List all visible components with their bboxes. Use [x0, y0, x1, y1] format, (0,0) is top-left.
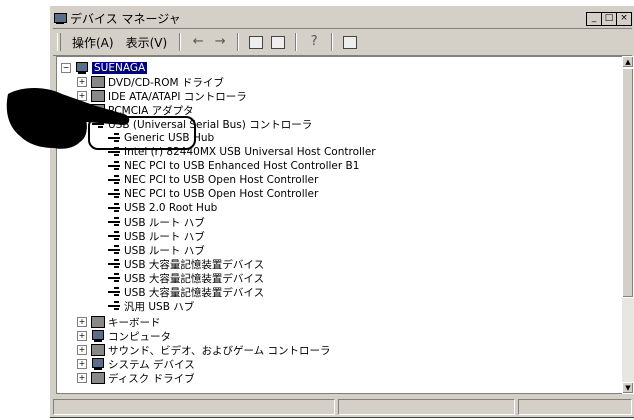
usb-device-item[interactable]: USB 大容量記憶装置デバイス [107, 285, 264, 299]
device-tree[interactable]: − SUENAGA + DVD/CD-ROM ドライブ + IDE ATA/AT… [56, 56, 624, 394]
category-label: コンピュータ [108, 330, 171, 343]
device-label: USB 大容量記憶装置デバイス [124, 286, 265, 299]
disk-drive-icon [91, 372, 105, 384]
device-label: USB 大容量記憶装置デバイス [124, 272, 265, 285]
usb-icon [107, 244, 121, 256]
tree-category[interactable]: + サウンド、ビデオ、およびゲーム コントローラ [77, 343, 330, 357]
close-button[interactable]: × [616, 11, 632, 26]
device-label: USB 2.0 Root Hub [124, 202, 218, 214]
category-label: サウンド、ビデオ、およびゲーム コントローラ [108, 344, 331, 357]
usb-device-item[interactable]: 汎用 USB ハブ [107, 299, 194, 313]
usb-device-item[interactable]: USB ルート ハブ [107, 215, 205, 229]
usb-icon [107, 300, 121, 312]
usb-device-item[interactable]: NEC PCI to USB Open Host Controller [107, 187, 318, 201]
usb-icon [107, 286, 121, 298]
category-label: キーボード [108, 316, 161, 329]
usb-icon [107, 272, 121, 284]
device-label: NEC PCI to USB Open Host Controller [124, 174, 319, 186]
expand-icon[interactable]: + [77, 359, 87, 369]
expand-icon[interactable]: + [77, 331, 87, 341]
system-device-icon [91, 358, 105, 370]
usb-icon [107, 216, 121, 228]
usb-icon [107, 174, 121, 186]
menu-action[interactable]: 操作(A) [66, 34, 120, 51]
device-label: USB ルート ハブ [124, 230, 205, 243]
usb-icon [107, 230, 121, 242]
toolbar-separator [237, 33, 240, 51]
usb-device-item[interactable]: USB 大容量記憶装置デバイス [107, 257, 264, 271]
menu-view[interactable]: 表示(V) [120, 34, 174, 51]
device-label: NEC PCI to USB Open Host Controller [124, 188, 319, 200]
computer-icon [91, 330, 105, 342]
usb-icon [107, 188, 121, 200]
tree-category[interactable]: + システム デバイス [77, 357, 195, 371]
tree-category[interactable]: + キーボード [77, 315, 161, 329]
status-pane [53, 399, 335, 415]
toolbar-separator [331, 33, 334, 51]
forward-arrow-icon[interactable]: → [213, 35, 227, 49]
status-pane [518, 399, 632, 415]
usb-icon [107, 202, 121, 214]
toolbar-grip[interactable] [57, 33, 61, 51]
usb-device-item[interactable]: USB 大容量記憶装置デバイス [107, 271, 264, 285]
status-pane [338, 399, 515, 415]
minimize-button[interactable]: _ [586, 11, 602, 26]
expand-icon[interactable]: + [77, 345, 87, 355]
toolbar: 操作(A) 表示(V) ← → ? [53, 28, 632, 56]
maximize-button[interactable]: □ [601, 11, 617, 26]
tree-root[interactable]: − SUENAGA [61, 61, 148, 75]
toolbar-separator [295, 33, 298, 51]
device-label: USB 大容量記憶装置デバイス [124, 258, 265, 271]
properties-icon[interactable] [249, 35, 264, 49]
expand-icon[interactable]: + [77, 373, 87, 383]
device-label: NEC PCI to USB Enhanced Host Controller … [124, 160, 360, 172]
usb-device-item[interactable]: NEC PCI to USB Open Host Controller [107, 173, 318, 187]
tree-root-label: SUENAGA [92, 62, 148, 74]
title-bar[interactable]: デバイス マネージャ _ □ × [53, 9, 632, 28]
usb-device-item[interactable]: USB ルート ハブ [107, 243, 205, 257]
keyboard-icon [91, 316, 105, 328]
usb-device-item[interactable]: USB ルート ハブ [107, 229, 205, 243]
device-label: 汎用 USB ハブ [124, 300, 195, 313]
vertical-scrollbar[interactable]: ▲ ▼ [622, 56, 634, 394]
device-label: USB ルート ハブ [124, 216, 205, 229]
expand-icon[interactable]: + [77, 317, 87, 327]
window-title: デバイス マネージャ [70, 12, 181, 26]
device-manager-icon [53, 12, 67, 25]
back-arrow-icon[interactable]: ← [191, 35, 205, 49]
collapse-icon[interactable]: − [61, 63, 71, 73]
sound-icon [91, 344, 105, 356]
refresh-icon[interactable] [343, 35, 358, 49]
usb-icon [107, 258, 121, 270]
usb-device-item[interactable]: NEC PCI to USB Enhanced Host Controller … [107, 159, 359, 173]
category-label: ディスク ドライブ [108, 372, 195, 385]
scroll-up-button[interactable]: ▲ [622, 56, 634, 68]
device-manager-window: デバイス マネージャ _ □ × 操作(A) 表示(V) ← → ? − SUE… [49, 5, 634, 418]
view-icon[interactable] [271, 35, 286, 49]
usb-device-item[interactable]: USB 2.0 Root Hub [107, 201, 217, 215]
scroll-thumb[interactable] [622, 68, 634, 298]
computer-icon [75, 62, 89, 74]
tree-category[interactable]: + ディスク ドライブ [77, 371, 195, 385]
pointing-hand-icon [6, 88, 130, 149]
tree-category[interactable]: + コンピュータ [77, 329, 171, 343]
toolbar-separator [179, 33, 182, 51]
status-bar [53, 399, 632, 415]
device-label: USB ルート ハブ [124, 244, 205, 257]
help-icon[interactable]: ? [307, 35, 321, 49]
scroll-down-button[interactable]: ▼ [622, 382, 634, 394]
category-label: システム デバイス [108, 358, 195, 371]
